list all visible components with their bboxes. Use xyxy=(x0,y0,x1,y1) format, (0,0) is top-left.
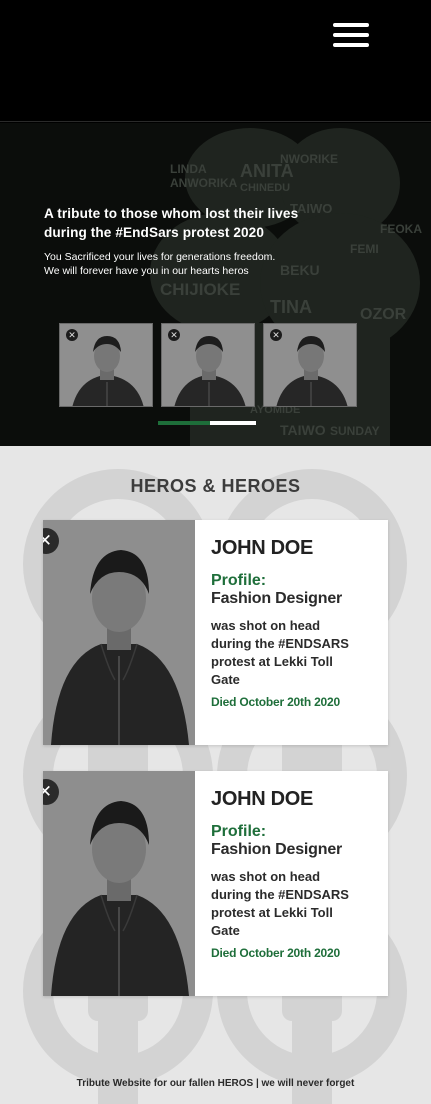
carousel-indicator-active[interactable] xyxy=(158,421,210,425)
hero-card-body: JOHN DOE Profile: Fashion Designer was s… xyxy=(195,771,388,996)
hero-photo: ✕ xyxy=(43,520,195,745)
hero-role: Fashion Designer xyxy=(211,841,343,858)
hero-description: was shot on head during the #ENDSARS pro… xyxy=(211,618,349,687)
close-icon[interactable]: ✕ xyxy=(66,329,78,341)
background-word: LINDA xyxy=(170,162,207,176)
background-word: TINA xyxy=(270,297,312,317)
hero-name: JOHN DOE xyxy=(211,788,314,810)
background-word: FEOKA xyxy=(380,222,422,236)
background-word: TAIWO xyxy=(280,422,326,438)
hero-card: ✕ JOHN DOE Profile: Fashion Designer was… xyxy=(43,771,388,996)
hero-thumbnail[interactable]: ✕ xyxy=(59,323,153,407)
profile-label: Profile: xyxy=(211,572,267,589)
hero-photo: ✕ xyxy=(43,771,195,996)
background-word: CHIJIOKE xyxy=(160,280,240,299)
heroes-section: HEROS & HEROES ✕ JOHN DOE Profile: Fashi… xyxy=(0,446,431,1104)
footer-text: Tribute Website for our fallen HEROS | w… xyxy=(76,1078,355,1089)
background-word: SUNDAY xyxy=(330,424,380,438)
background-word: OZOR xyxy=(360,306,407,323)
hero-card-body: JOHN DOE Profile: Fashion Designer was s… xyxy=(195,520,388,745)
section-title: HEROS & HEROES xyxy=(130,476,301,496)
carousel-indicator[interactable] xyxy=(158,421,256,425)
portrait-image xyxy=(43,520,195,745)
hero-thumbnail[interactable]: ✕ xyxy=(263,323,357,407)
hero-death-date: Died October 20th 2020 xyxy=(211,695,340,709)
background-word: ANWORIKA xyxy=(170,176,238,190)
hero-thumbnail-strip: ✕ ✕ ✕ xyxy=(59,323,357,407)
hero-subtext: You Sacrificed your lives for generation… xyxy=(44,251,276,277)
hero-card: ✕ JOHN DOE Profile: Fashion Designer was… xyxy=(43,520,388,745)
hamburger-menu-icon[interactable] xyxy=(333,23,369,47)
hero-thumbnail[interactable]: ✕ xyxy=(161,323,255,407)
hero-banner: ANITA CHINEDU NWORIKE TAIWO CHIJIOKE TINA OZOR… xyxy=(0,123,431,446)
hero-description: was shot on head during the #ENDSARS pro… xyxy=(211,869,349,938)
hero-death-date: Died October 20th 2020 xyxy=(211,946,340,960)
close-icon[interactable]: ✕ xyxy=(270,329,282,341)
close-icon[interactable]: ✕ xyxy=(168,329,180,341)
hero-text-block: A tribute to those whom lost their lives… xyxy=(44,204,384,278)
hero-name: JOHN DOE xyxy=(211,537,314,559)
portrait-image xyxy=(43,771,195,996)
background-word: NWORIKE xyxy=(280,152,338,166)
hero-heading: A tribute to those whom lost their lives… xyxy=(44,206,299,240)
background-word: CHINEDU xyxy=(240,182,290,194)
top-navbar xyxy=(0,0,431,122)
profile-label: Profile: xyxy=(211,823,267,840)
carousel-indicator-inactive[interactable] xyxy=(210,421,256,425)
hero-role: Fashion Designer xyxy=(211,590,343,607)
